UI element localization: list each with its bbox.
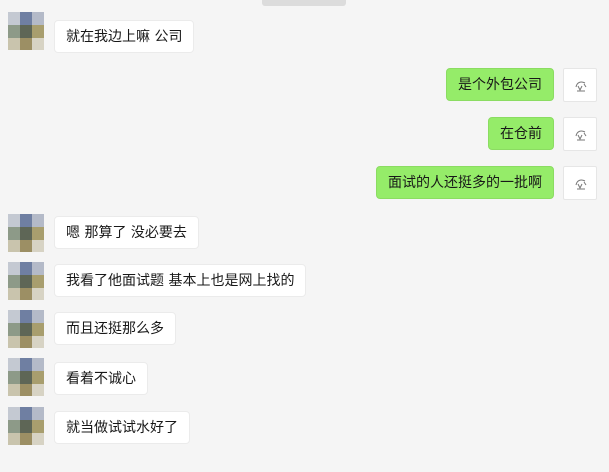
self-avatar-icon[interactable]: [563, 68, 597, 102]
message-row: 嗯 那算了 没必要去: [0, 214, 609, 256]
message-row: 而且还挺那么多: [0, 310, 609, 352]
message-row: 面试的人还挺多的一批啊: [0, 166, 609, 200]
incoming-message-bubble[interactable]: 看着不诚心: [54, 362, 148, 395]
message-row: 是个外包公司: [0, 68, 609, 102]
self-avatar-icon[interactable]: [563, 166, 597, 200]
self-avatar-icon[interactable]: [563, 117, 597, 151]
message-row: 看着不诚心: [0, 358, 609, 400]
message-row: 在仓前: [0, 117, 609, 151]
contact-avatar-icon[interactable]: [8, 12, 44, 50]
incoming-message-bubble[interactable]: 就当做试试水好了: [54, 411, 190, 444]
contact-avatar-icon[interactable]: [8, 262, 44, 300]
message-row: 就在我边上嘛 公司: [0, 12, 609, 54]
outgoing-message-bubble[interactable]: 在仓前: [488, 117, 554, 150]
incoming-message-bubble[interactable]: 就在我边上嘛 公司: [54, 20, 195, 53]
timestamp-badge: [262, 0, 346, 6]
chat-window: 就在我边上嘛 公司 是个外包公司 在仓前 面试的人还挺多的一批啊 嗯 那算了 没…: [0, 0, 609, 472]
outgoing-message-bubble[interactable]: 面试的人还挺多的一批啊: [376, 166, 554, 199]
incoming-message-bubble[interactable]: 嗯 那算了 没必要去: [54, 216, 199, 249]
contact-avatar-icon[interactable]: [8, 214, 44, 252]
message-row: 就当做试试水好了: [0, 407, 609, 449]
outgoing-message-bubble[interactable]: 是个外包公司: [446, 68, 554, 101]
incoming-message-bubble[interactable]: 而且还挺那么多: [54, 312, 176, 345]
contact-avatar-icon[interactable]: [8, 407, 44, 445]
contact-avatar-icon[interactable]: [8, 310, 44, 348]
incoming-message-bubble[interactable]: 我看了他面试题 基本上也是网上找的: [54, 264, 307, 297]
contact-avatar-icon[interactable]: [8, 358, 44, 396]
message-row: 我看了他面试题 基本上也是网上找的: [0, 262, 609, 304]
